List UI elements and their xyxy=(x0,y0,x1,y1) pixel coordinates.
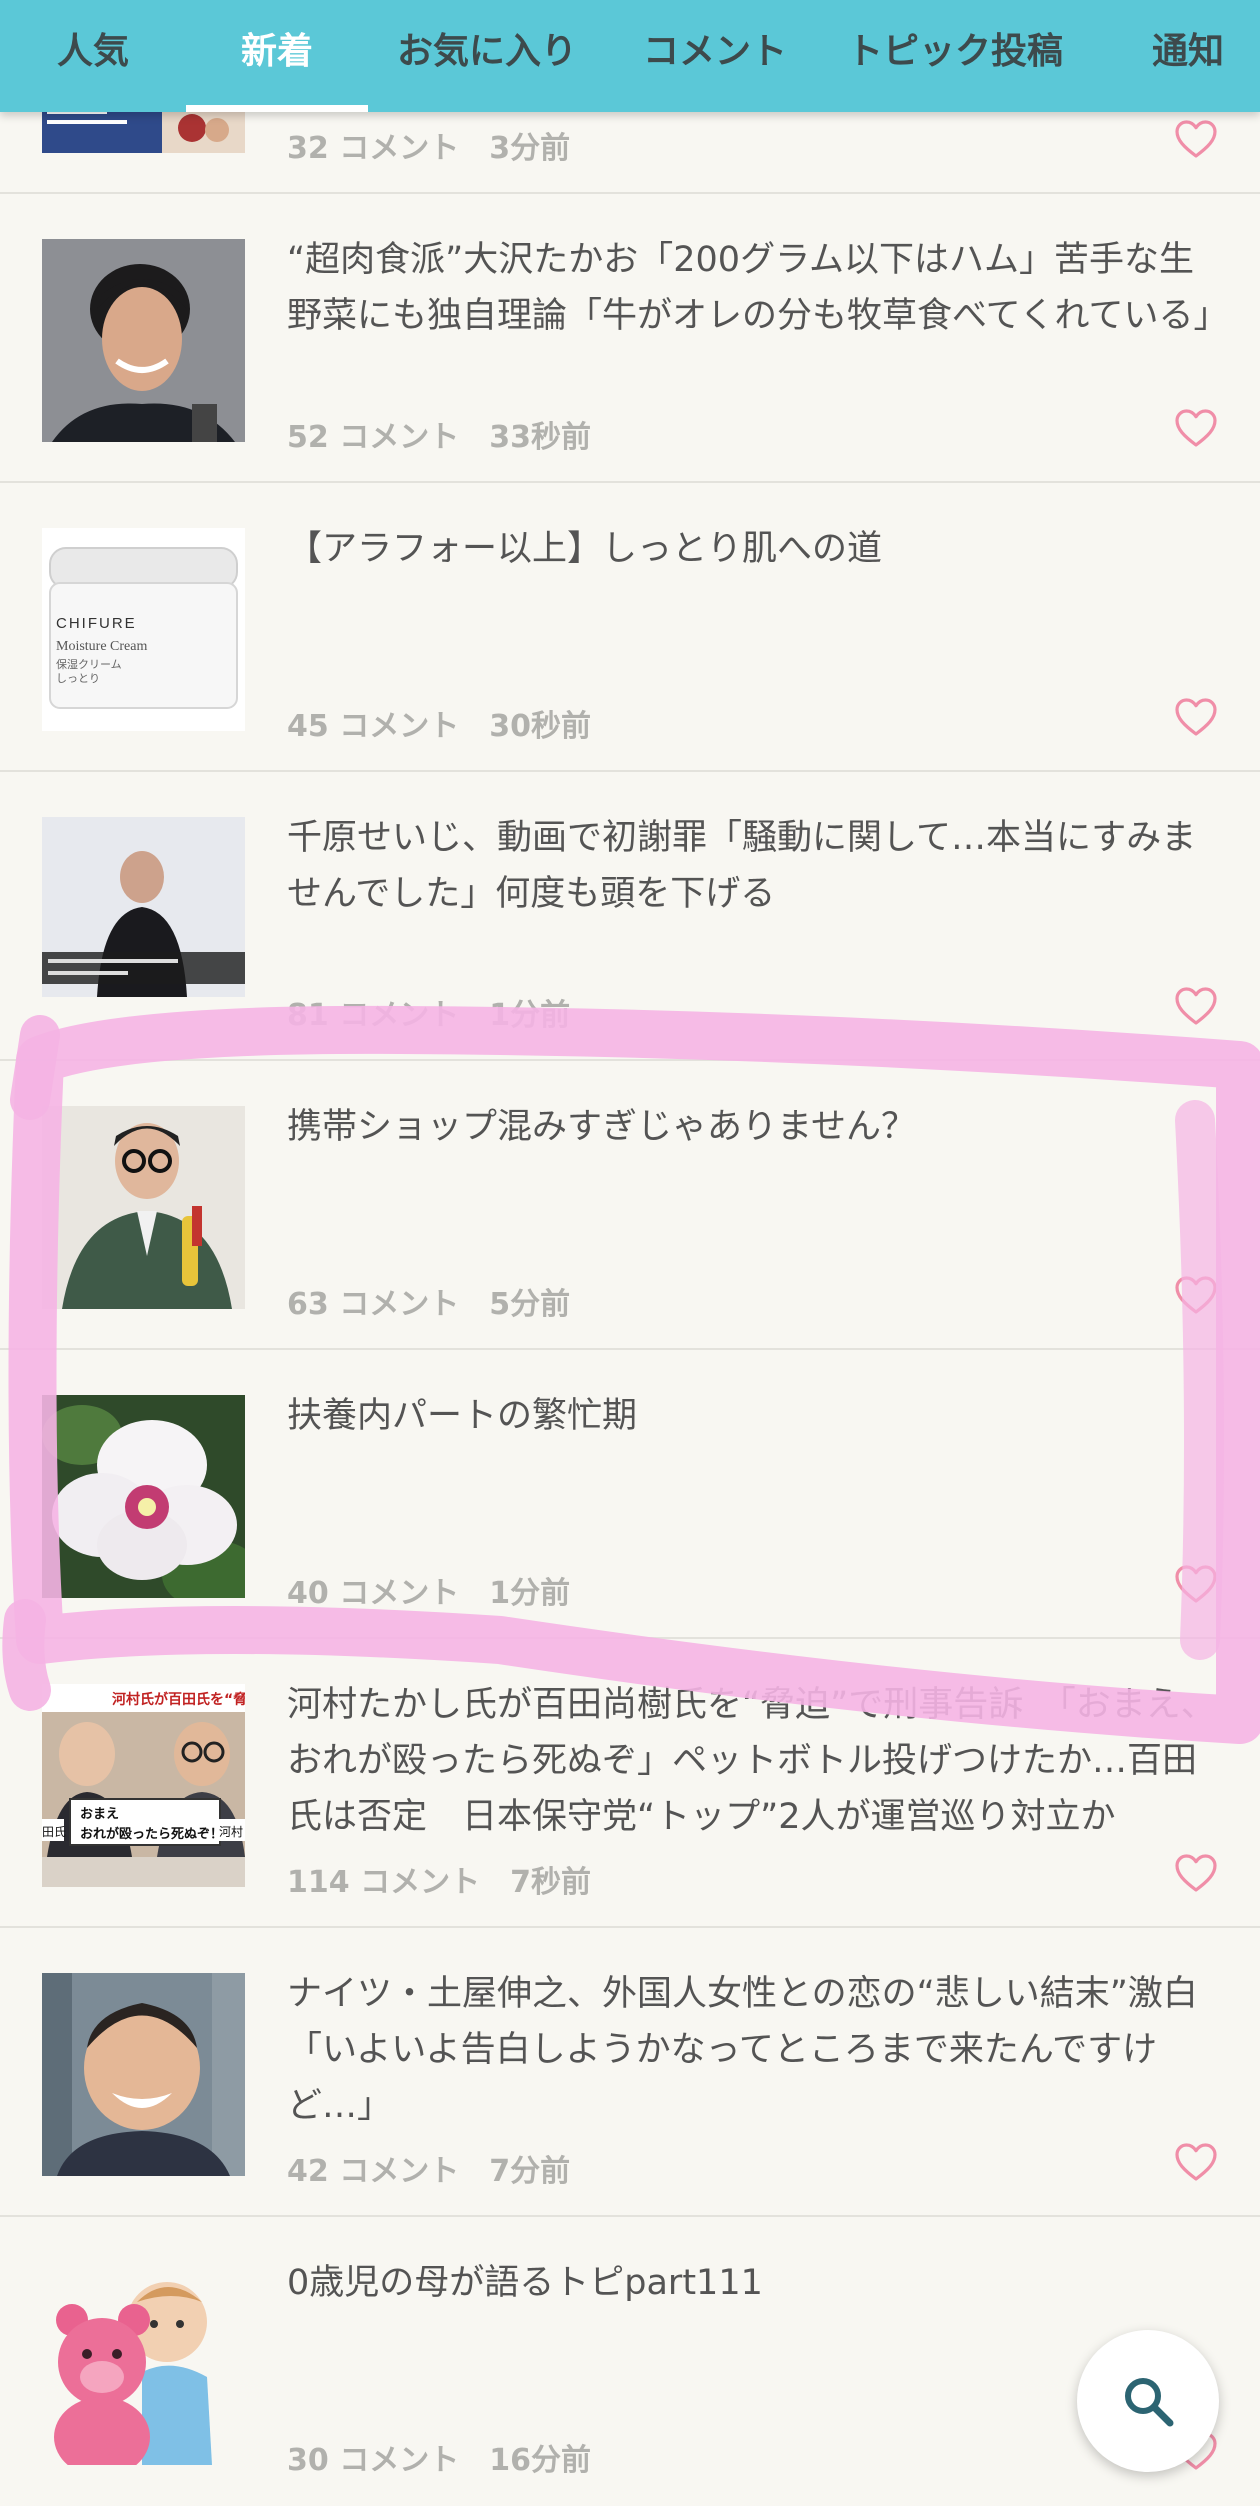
comment-count: 52 コメント xyxy=(287,420,460,455)
news-left-tag: 田氏 xyxy=(42,1825,66,1839)
topic-thumbnail xyxy=(42,1395,245,1598)
tab-new[interactable]: 新着 xyxy=(186,0,368,112)
favorite-heart-icon[interactable] xyxy=(1174,1564,1218,1604)
topic-list-item[interactable]: CHIFURE Moisture Cream 保湿クリーム しっとり 【アラフォ… xyxy=(0,483,1260,772)
posted-time: 1分前 xyxy=(489,998,571,1033)
active-tab-indicator xyxy=(186,105,368,112)
comment-count: 63 コメント xyxy=(287,1287,460,1322)
comment-count: 114 コメント xyxy=(287,1865,481,1900)
topic-thumbnail: CHIFURE Moisture Cream 保湿クリーム しっとり xyxy=(42,528,245,731)
topic-meta: 40 コメント 1分前 xyxy=(287,1568,570,1612)
topic-thumbnail xyxy=(42,2262,245,2465)
topic-thumbnail xyxy=(42,817,245,1020)
tab-label: 新着 xyxy=(240,31,313,72)
topic-thumbnail xyxy=(42,1973,245,2176)
news-caption-line2: おれが殴ったら死ぬぞ！ xyxy=(80,1826,223,1842)
topic-meta: 45 コメント 30秒前 xyxy=(287,701,591,745)
topic-title[interactable]: 0歳児の母が語るトピpart111 xyxy=(287,2255,1222,2311)
favorite-heart-icon[interactable] xyxy=(1174,1275,1218,1315)
comment-count: 40 コメント xyxy=(287,1576,460,1611)
posted-time: 7分前 xyxy=(489,2154,571,2189)
favorite-heart-icon[interactable] xyxy=(1174,408,1218,448)
cream-brand-text: CHIFURE xyxy=(56,615,137,632)
posted-time: 7秒前 xyxy=(510,1865,591,1900)
tab-label: 人気 xyxy=(56,31,129,72)
topic-thumbnail xyxy=(42,239,245,442)
comment-count: 81 コメント xyxy=(287,998,460,1033)
news-right-tag: 河村 xyxy=(219,1825,243,1839)
favorite-heart-icon[interactable] xyxy=(1174,2142,1218,2182)
search-icon xyxy=(1125,2378,1174,2427)
topic-meta: 42 コメント 7分前 xyxy=(287,2146,570,2190)
posted-time: 30秒前 xyxy=(489,709,591,744)
topic-list-item[interactable]: 河村氏が百田氏を“脅迫” おまえ おれが殴ったら死ぬぞ！ 田氏 河村 河村たかし… xyxy=(0,1639,1260,1928)
news-caption-line1: おまえ xyxy=(80,1807,119,1822)
topic-title[interactable]: 河村たかし氏が百田尚樹氏を“脅迫”で刑事告訴 「おまえ、おれが殴ったら死ぬぞ」ペ… xyxy=(287,1677,1222,1845)
topic-list-item[interactable]: 携帯ショップ混みすぎじゃありません？ 63 コメント 5分前 xyxy=(0,1061,1260,1350)
topic-thumbnail xyxy=(42,1106,245,1309)
tab-notifications[interactable]: 通知 xyxy=(1138,0,1238,112)
topic-list-item[interactable]: 千原せいじ、動画で初謝罪「騒動に関して…本当にすみませんでした」何度も頭を下げる… xyxy=(0,772,1260,1061)
topic-meta: 32 コメント 3分前 xyxy=(287,123,570,167)
posted-time: 3分前 xyxy=(489,131,571,166)
comment-count: 42 コメント xyxy=(287,2154,460,2189)
comment-count: 45 コメント xyxy=(287,709,460,744)
tab-popular[interactable]: 人気 xyxy=(34,0,152,112)
tab-label: お気に入り xyxy=(396,31,577,72)
cream-line1-text: Moisture Cream xyxy=(56,639,147,654)
topic-list-item[interactable]: “超肉食派”大沢たかお「200グラム以下はハム」苦手な生野菜にも独自理論「牛がオ… xyxy=(0,194,1260,483)
topic-title[interactable]: 【アラフォー以上】しっとり肌への道 xyxy=(287,521,1222,577)
topic-thumbnail: 河村氏が百田氏を“脅迫” おまえ おれが殴ったら死ぬぞ！ 田氏 河村 xyxy=(42,1684,245,1887)
tab-post-topic[interactable]: トピック投稿 xyxy=(840,0,1070,112)
posted-time: 16分前 xyxy=(489,2443,591,2478)
favorite-heart-icon[interactable] xyxy=(1174,119,1218,159)
top-tab-bar: 人気 新着 お気に入り コメント トピック投稿 通知 xyxy=(0,0,1260,112)
topic-title[interactable]: 扶養内パートの繁忙期 xyxy=(287,1388,1222,1444)
posted-time: 33秒前 xyxy=(489,420,591,455)
topic-list-item[interactable]: ナイツ・土屋伸之、外国人女性との恋の“悲しい結末”激白「いよいよ告白しようかなっ… xyxy=(0,1928,1260,2217)
favorite-heart-icon[interactable] xyxy=(1174,697,1218,737)
favorite-heart-icon[interactable] xyxy=(1174,1853,1218,1893)
search-button[interactable] xyxy=(1077,2330,1219,2472)
topic-title[interactable]: “超肉食派”大沢たかお「200グラム以下はハム」苦手な生野菜にも独自理論「牛がオ… xyxy=(287,232,1222,344)
topic-meta: 114 コメント 7秒前 xyxy=(287,1857,591,1901)
topic-title[interactable]: 携帯ショップ混みすぎじゃありません？ xyxy=(287,1099,1222,1155)
comment-count: 32 コメント xyxy=(287,131,460,166)
news-headline-text: 河村氏が百田氏を“脅迫” xyxy=(112,1691,245,1708)
favorite-heart-icon[interactable] xyxy=(1174,986,1218,1026)
topic-meta: 63 コメント 5分前 xyxy=(287,1279,570,1323)
topic-list-item[interactable]: 0歳児の母が語るトピpart111 30 コメント 16分前 xyxy=(0,2217,1260,2506)
topic-meta: 81 コメント 1分前 xyxy=(287,990,570,1034)
topic-meta: 52 コメント 33秒前 xyxy=(287,412,591,456)
topic-list-item[interactable]: 扶養内パートの繁忙期 40 コメント 1分前 xyxy=(0,1350,1260,1639)
cream-line3-text: しっとり xyxy=(56,672,100,685)
tab-comments[interactable]: コメント xyxy=(630,0,800,112)
cream-line2-text: 保湿クリーム xyxy=(56,657,122,671)
comment-count: 30 コメント xyxy=(287,2443,460,2478)
tab-label: トピック投稿 xyxy=(846,31,1063,72)
topic-title[interactable]: 千原せいじ、動画で初謝罪「騒動に関して…本当にすみませんでした」何度も頭を下げる xyxy=(287,810,1222,922)
tab-favorites[interactable]: お気に入り xyxy=(392,0,582,112)
tab-label: コメント xyxy=(642,31,787,72)
tab-label: 通知 xyxy=(1151,31,1224,72)
posted-time: 1分前 xyxy=(489,1576,571,1611)
posted-time: 5分前 xyxy=(489,1287,571,1322)
topic-title[interactable]: ナイツ・土屋伸之、外国人女性との恋の“悲しい結末”激白「いよいよ告白しようかなっ… xyxy=(287,1966,1222,2134)
topic-meta: 30 コメント 16分前 xyxy=(287,2435,591,2479)
